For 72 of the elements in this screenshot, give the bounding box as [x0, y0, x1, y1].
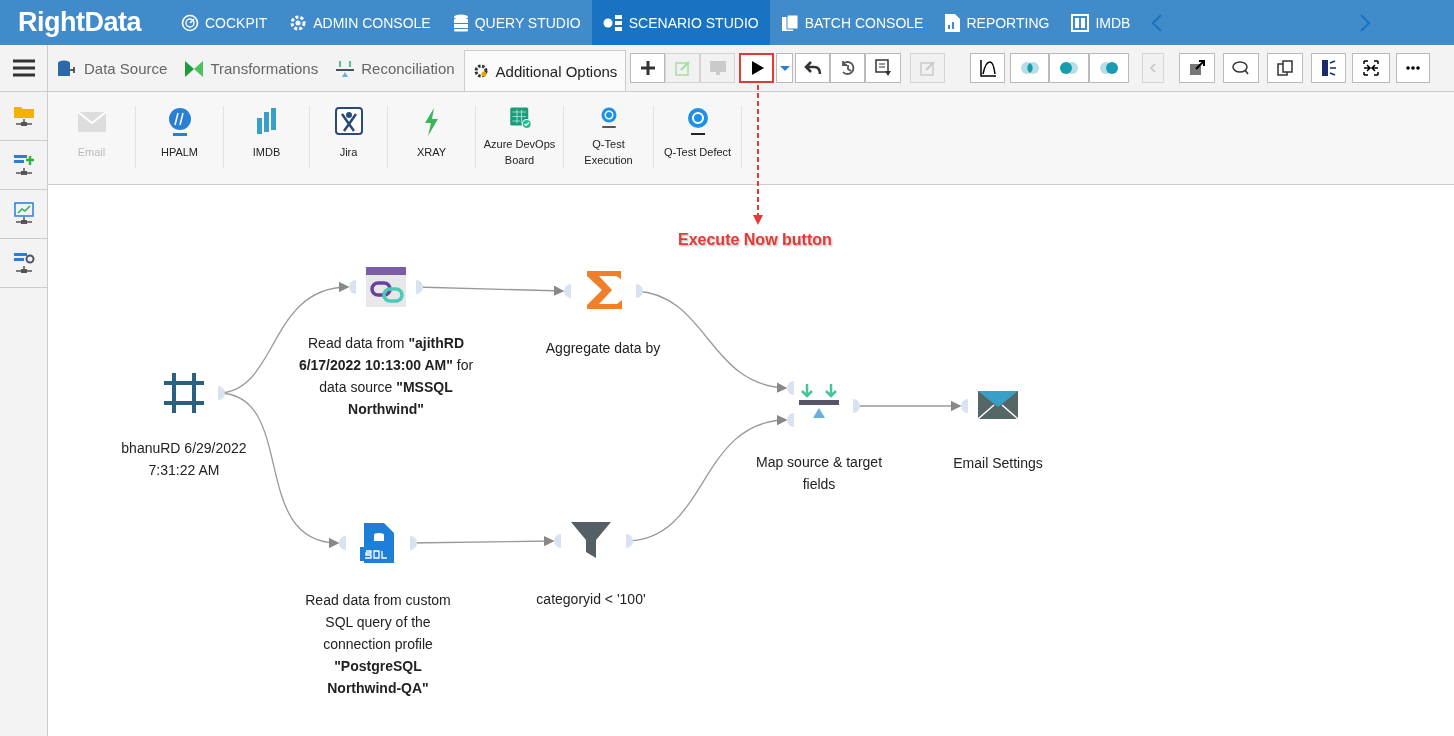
balance-icon [336, 60, 355, 77]
gauge-icon [181, 13, 199, 32]
database-icon [452, 13, 469, 32]
annotation-label: Execute Now button [678, 231, 832, 249]
chart-icon[interactable] [12, 202, 35, 226]
folder-icon[interactable] [12, 104, 35, 128]
nav-tab[interactable]: COCKPIT [170, 0, 279, 45]
split-button[interactable] [1311, 53, 1347, 83]
nav-tab[interactable]: QUERY STUDIO [441, 0, 592, 45]
venn-button[interactable] [1049, 53, 1090, 83]
flow-icon [602, 14, 623, 31]
ribbon-item[interactable]: IMDB [224, 106, 310, 168]
node-label: Map source & target fields [754, 453, 884, 494]
node-label: Aggregate data by [544, 339, 662, 358]
undo-button[interactable] [795, 53, 831, 83]
tab[interactable]: Data Source [48, 45, 177, 91]
nav-tab[interactable]: ADMIN CONSOLE [278, 0, 442, 45]
columns-icon [1071, 13, 1090, 32]
menu-icon[interactable] [12, 59, 35, 77]
settings-icon[interactable] [12, 251, 35, 275]
gear-icon [472, 63, 489, 79]
ribbon-item[interactable]: Azure DevOps Board [476, 106, 564, 168]
add-icon[interactable] [12, 153, 35, 177]
plus-button[interactable] [630, 53, 666, 83]
export-icon [1187, 58, 1208, 78]
nav-tab[interactable]: IMDB [1060, 0, 1142, 45]
node-label: bhanuRD 6/29/2022 7:31:22 AM [120, 439, 248, 480]
comment-button[interactable] [1223, 53, 1260, 83]
copy-icon [1275, 58, 1296, 78]
node-label: categoryid < '100' [535, 590, 647, 609]
database-plug-icon [57, 59, 77, 78]
collapse-icon [1150, 63, 1157, 73]
curve-chart-icon [977, 58, 998, 78]
bowtie-icon [185, 60, 204, 77]
node-label: Read data from "ajithRD 6/17/2022 10:13:00 AM" for data source "MSSQL Northwind" [298, 334, 474, 419]
caret-icon [779, 65, 790, 71]
ribbon-item[interactable]: Jira [310, 106, 388, 168]
gear-icon [289, 13, 308, 32]
edit-icon [672, 58, 693, 78]
compare-icon [1361, 58, 1382, 78]
monitor-icon [707, 58, 728, 78]
report-icon [945, 13, 961, 32]
curve-chart-button[interactable] [970, 53, 1006, 83]
node-label: Email Settings [952, 454, 1044, 473]
ribbon-item[interactable]: XRAY [388, 106, 476, 168]
edit-icon [917, 58, 938, 78]
ribbon-item[interactable]: HPALM [136, 106, 224, 168]
tab[interactable]: Reconciliation [327, 45, 464, 91]
node-label: Read data from custom SQL query of the connection profile "PostgreSQL Northwind-QA" [304, 591, 452, 698]
more-icon [1406, 66, 1421, 70]
caret-button[interactable] [776, 53, 794, 83]
crop-frame-icon[interactable] [162, 371, 206, 415]
compare-button[interactable] [1352, 53, 1391, 83]
report-icon [873, 58, 894, 78]
history-button[interactable] [830, 53, 866, 83]
nav-tab[interactable]: BATCH CONSOLE [769, 0, 935, 45]
more-button[interactable] [1396, 53, 1431, 83]
venn-button[interactable] [1089, 53, 1130, 83]
report-button[interactable] [865, 53, 902, 83]
ribbon-item[interactable]: Q-Test Execution [564, 106, 654, 168]
export-button[interactable] [1179, 53, 1216, 83]
play-button[interactable] [739, 53, 775, 83]
tab[interactable]: Transformations [176, 45, 328, 91]
link-table-icon[interactable] [364, 265, 408, 309]
nav-tab[interactable]: REPORTING [934, 0, 1061, 45]
nav-tab[interactable]: SCENARIO STUDIO [591, 0, 770, 45]
copy-button[interactable] [1267, 53, 1304, 83]
tab[interactable]: Additional Options [463, 50, 627, 91]
person-icon [332, 106, 365, 138]
documents-icon [780, 13, 799, 32]
logo: RightData [17, 6, 143, 39]
ribbon-item[interactable]: Q-Test Defect [654, 106, 742, 168]
